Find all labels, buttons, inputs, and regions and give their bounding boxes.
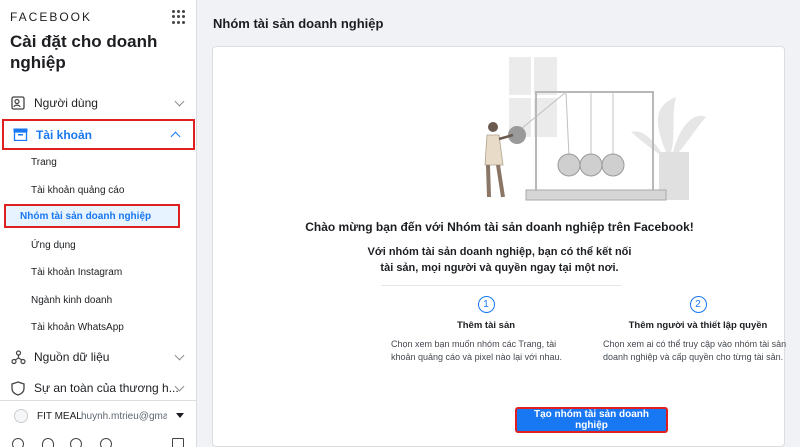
main-header: Nhóm tài sản doanh nghiệp xyxy=(198,0,800,46)
user-email: huynh.mtrieu@gma... xyxy=(81,411,167,422)
users-icon xyxy=(10,95,26,111)
step-add-people: 2 Thêm người và thiết lập quyền Chọn xem… xyxy=(603,296,793,363)
nav-label-data-sources: Nguồn dữ liệu xyxy=(34,350,110,364)
sidebar-item-ad-accounts[interactable]: Tài khoản quảng cáo xyxy=(31,185,124,196)
empty-state-card: Chào mừng bạn đến với Nhóm tài sản doanh… xyxy=(212,46,786,447)
sidebar-item-whatsapp-accounts[interactable]: Tài khoản WhatsApp xyxy=(31,322,124,333)
step-description: Chọn xem ai có thể truy cập vào nhóm tài… xyxy=(603,339,787,362)
nav-item-brand-safety[interactable]: Sự an toàn của thương h... xyxy=(0,374,197,402)
apps-grid-icon[interactable] xyxy=(172,10,186,24)
sidebar-item-instagram-accounts[interactable]: Tài khoản Instagram xyxy=(31,267,122,278)
sidebar-item-apps[interactable]: Ứng dụng xyxy=(31,240,76,251)
business-logo-icon xyxy=(14,409,28,423)
nav-label-brand-safety: Sự an toàn của thương h... xyxy=(34,381,179,395)
nav-label-accounts: Tài khoản xyxy=(36,127,93,142)
step-number: 1 xyxy=(477,296,495,313)
settings-title: Cài đặt cho doanh nghiệp xyxy=(10,32,158,72)
step-number: 2 xyxy=(689,296,707,313)
panel-icon[interactable] xyxy=(172,438,184,447)
step-add-assets: 1 Thêm tài sản Chọn xem bạn muốn nhóm cá… xyxy=(391,296,581,363)
footer-icons xyxy=(12,438,192,447)
welcome-heading: Chào mừng bạn đến với Nhóm tài sản doanh… xyxy=(305,220,694,234)
sidebar-item-pages[interactable]: Trang xyxy=(31,157,57,168)
sidebar-item-business-asset-groups[interactable]: Nhóm tài sản doanh nghiệp xyxy=(4,204,180,228)
nav-item-users[interactable]: Người dùng xyxy=(0,89,197,117)
business-name: FIT MEAL xyxy=(37,411,82,422)
dropdown-caret-icon[interactable] xyxy=(176,413,184,418)
create-asset-group-button[interactable]: Tạo nhóm tài sản doanh nghiệp xyxy=(515,407,668,433)
chevron-up-icon xyxy=(170,131,181,142)
description: Với nhóm tài sản doanh nghiệp, bạn có th… xyxy=(213,244,786,276)
page-title: Nhóm tài sản doanh nghiệp xyxy=(213,16,384,31)
divider xyxy=(381,285,621,286)
step-title: Thêm người và thiết lập quyền xyxy=(628,320,768,331)
sidebar-item-lines-of-business[interactable]: Ngành kinh doanh xyxy=(31,295,112,306)
brand-safety-icon xyxy=(10,380,26,396)
step-title: Thêm tài sản xyxy=(456,320,516,331)
nav-label-users: Người dùng xyxy=(34,96,98,110)
description-line-2: tài sản, mọi người và quyền ngay tại một… xyxy=(380,262,619,274)
newtons-cradle-illustration xyxy=(484,57,706,201)
chevron-down-icon xyxy=(174,96,185,107)
description-line-1: Với nhóm tài sản doanh nghiệp, bạn có th… xyxy=(367,246,632,258)
search-icon[interactable] xyxy=(70,438,82,447)
account-icon xyxy=(12,127,28,143)
data-sources-icon xyxy=(10,349,26,365)
chevron-down-icon xyxy=(174,350,185,361)
notifications-bell-icon[interactable] xyxy=(42,438,54,447)
nav-item-accounts[interactable]: Tài khoản xyxy=(2,119,195,150)
business-switcher[interactable]: FIT MEAL huynh.mtrieu@gma... xyxy=(0,400,197,447)
settings-gear-icon[interactable] xyxy=(12,438,24,447)
sidebar: FACEBOOK Cài đặt cho doanh nghiệp Người … xyxy=(0,0,197,447)
facebook-brand: FACEBOOK xyxy=(10,10,93,24)
nav-item-data-sources[interactable]: Nguồn dữ liệu xyxy=(0,343,197,371)
help-icon[interactable] xyxy=(100,438,112,447)
step-description: Chọn xem bạn muốn nhóm các Trang, tài kh… xyxy=(391,339,563,362)
